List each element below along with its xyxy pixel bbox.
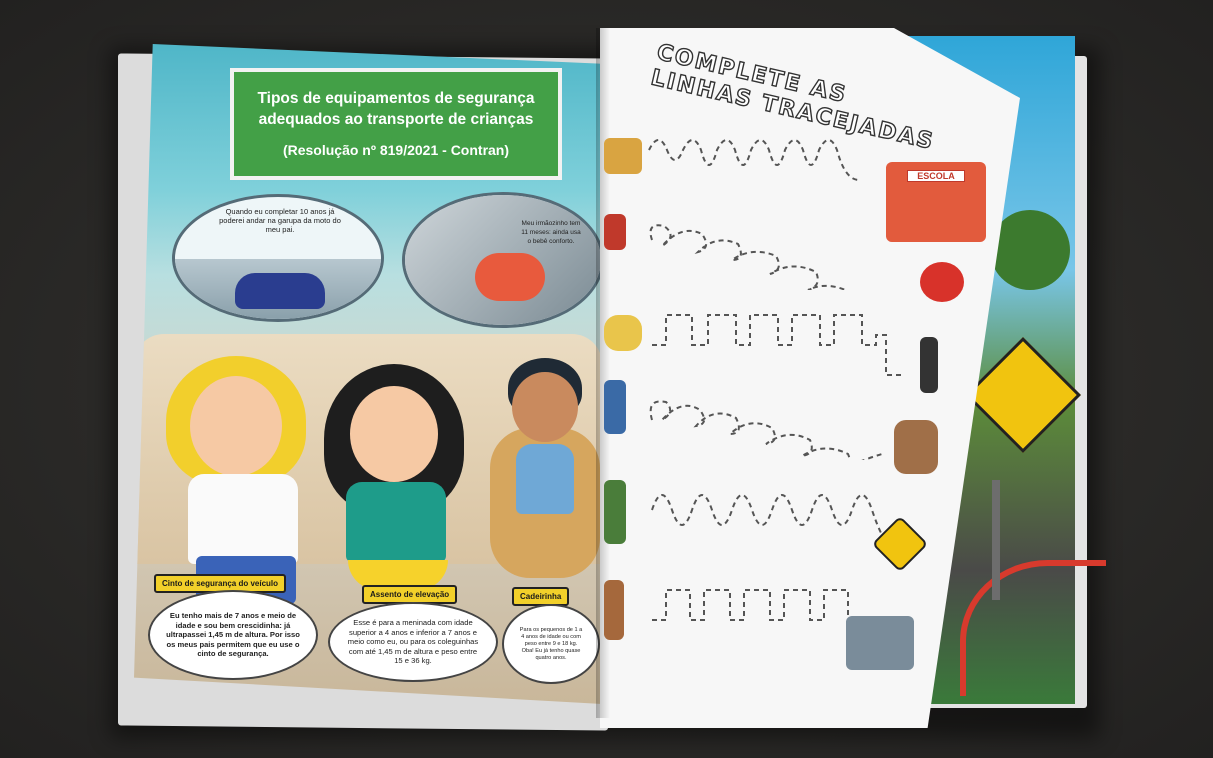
bubble-moto-text: Quando eu completar 10 anos já poderei a… xyxy=(219,207,341,234)
label-cadeirinha: Cadeirinha xyxy=(512,587,570,606)
trace-row-moto xyxy=(604,210,984,302)
page-title-resolution: (Resolução nº 819/2021 - Contran) xyxy=(282,142,510,158)
head xyxy=(350,386,438,482)
school-sign-text: ESCOLA xyxy=(907,170,965,182)
trace-row-boy xyxy=(604,380,984,474)
trace-row-cyclist xyxy=(604,480,984,573)
body xyxy=(188,474,298,564)
tree-illustration xyxy=(990,210,1070,290)
dashed-trace-square xyxy=(652,589,864,621)
girl-blonde-illustration xyxy=(166,356,306,606)
girl-dark-hair-illustration xyxy=(324,364,464,604)
cyclist-icon xyxy=(604,480,626,544)
page-title-line1: Tipos de equipamentos de segurança xyxy=(257,90,535,107)
boy-car-seat-illustration xyxy=(490,358,600,588)
dashed-trace-square xyxy=(652,314,902,376)
bus-icon xyxy=(604,138,642,174)
speech-cinto-text: Eu tenho mais de 7 anos e meio de idade … xyxy=(166,611,300,659)
speech-assento-text: Esse é para a meninada com idade superio… xyxy=(347,618,479,666)
child-icon xyxy=(604,580,624,640)
speech-cadeirinha-text: Para os pequenos de 1 a 4 anos de idade … xyxy=(519,626,583,661)
motorcycle-icon xyxy=(604,214,626,250)
thought-bubble-baby: Meu irmãozinho tem 11 meses: ainda usa o… xyxy=(402,192,602,328)
bubble-baby-text: Meu irmãozinho tem 11 meses: ainda usa o… xyxy=(521,220,581,245)
dashed-trace-loops xyxy=(648,139,860,181)
dashed-trace-waves xyxy=(651,494,893,551)
head xyxy=(190,376,282,476)
trace-row-car xyxy=(604,305,984,393)
car-icon xyxy=(604,315,642,351)
speech-bubble-cadeirinha: Para os pequenos de 1 a 4 anos de idade … xyxy=(502,604,600,684)
speech-bubble-cinto: Eu tenho mais de 7 anos e meio de idade … xyxy=(148,590,318,680)
helmet-icon xyxy=(920,262,964,302)
left-page: Tipos de equipamentos de segurança adequ… xyxy=(134,44,602,704)
thought-bubble-moto: Quando eu completar 10 anos já poderei a… xyxy=(172,194,384,322)
speech-bubble-assento: Esse é para a meninada com idade superio… xyxy=(328,602,498,682)
page-title-box: Tipos de equipamentos de segurança adequ… xyxy=(230,68,562,180)
head xyxy=(512,372,578,442)
baby-seat-illustration xyxy=(475,253,545,301)
body xyxy=(516,444,574,514)
motorcycle-illustration xyxy=(235,273,325,309)
trace-row-child xyxy=(604,580,984,670)
boy-icon xyxy=(604,380,626,434)
page-title-line2: adequados ao transporte de crianças xyxy=(258,111,534,128)
body xyxy=(346,482,446,562)
sign-pole xyxy=(992,480,1000,600)
trace-row-bus: ESCOLA xyxy=(604,130,986,242)
car-seat-icon xyxy=(894,420,938,474)
dashed-trace-loops xyxy=(649,224,849,290)
dashed-trace-loops xyxy=(649,400,883,460)
crosswalk-icon xyxy=(846,616,914,670)
